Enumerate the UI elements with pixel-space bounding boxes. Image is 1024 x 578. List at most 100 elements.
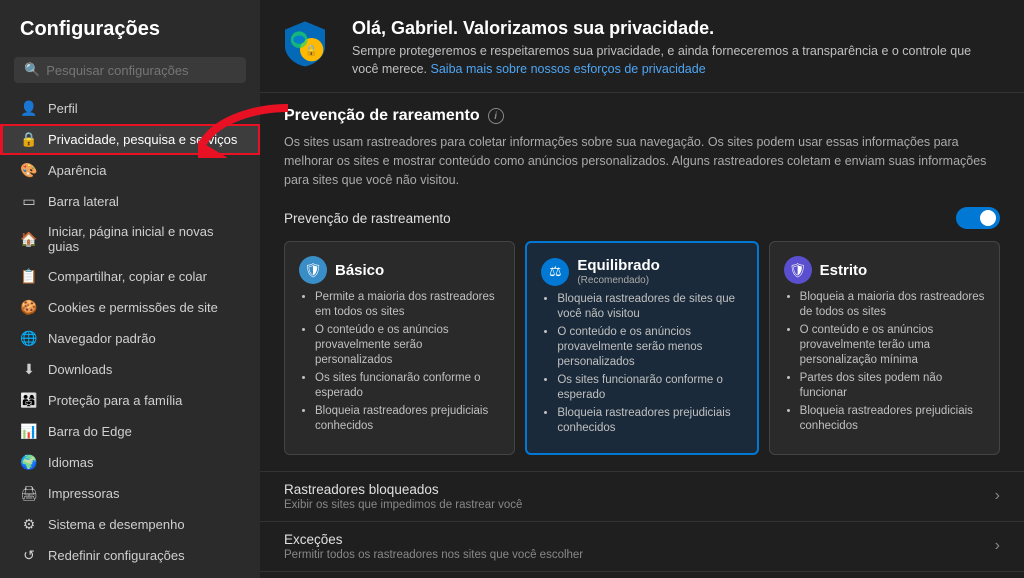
sidebar-item-compartilhar[interactable]: 📋 Compartilhar, copiar e colar	[0, 261, 260, 292]
card-bullet: Bloqueia rastreadores prejudiciais conhe…	[800, 404, 985, 434]
nav-icon-barra-lateral: ▭	[20, 193, 38, 210]
exceptions-title: Exceções	[284, 532, 583, 547]
card-header-basico: 🛡 Básico	[299, 256, 500, 284]
card-bullets-equilibrado: Bloqueia rastreadores de sites que você …	[541, 292, 742, 435]
welcome-text: Olá, Gabriel. Valorizamos sua privacidad…	[352, 18, 1000, 78]
card-bullet: O conteúdo e os anúncios provavelmente s…	[315, 323, 500, 368]
nav-icon-protecao: 👨‍👩‍👧	[20, 392, 38, 409]
card-equilibrado[interactable]: ⚖ Equilibrado (Recomendado) Bloqueia ras…	[525, 241, 758, 454]
nav-icon-iniciar: 🏠	[20, 231, 38, 248]
nav-label-perfil: Perfil	[48, 101, 78, 116]
card-icon-basico: 🛡	[299, 256, 327, 284]
card-bullet: Permite a maioria dos rastreadores em to…	[315, 290, 500, 320]
sidebar-item-barra-lateral[interactable]: ▭ Barra lateral	[0, 186, 260, 217]
card-title-basico: Básico	[335, 262, 384, 279]
card-bullet: Os sites funcionarão conforme o esperado	[315, 371, 500, 401]
nav-label-aparencia: Aparência	[48, 163, 107, 178]
sidebar-item-perfil[interactable]: 👤 Perfil	[0, 93, 260, 124]
welcome-description: Sempre protegeremos e respeitaremos sua …	[352, 43, 1000, 78]
card-bullet: Bloqueia rastreadores prejudiciais conhe…	[557, 406, 742, 436]
sidebar-item-telefone[interactable]: 📱 Telefone e outros dispositivos	[0, 571, 260, 578]
sidebar-item-barra-edge[interactable]: 📊 Barra do Edge	[0, 416, 260, 447]
sidebar: Configurações 🔍 👤 Perfil 🔒 Privacidade, …	[0, 0, 260, 578]
tracking-cards-row: 🛡 Básico Permite a maioria dos rastreado…	[260, 241, 1024, 470]
welcome-icon-area: 🔒	[280, 18, 336, 73]
welcome-banner: 🔒 Olá, Gabriel. Valorizamos sua privacid…	[260, 0, 1024, 93]
sidebar-item-impressoras[interactable]: 🖨 Impressoras	[0, 478, 260, 509]
info-icon[interactable]: i	[488, 108, 504, 124]
sidebar-title: Configurações	[0, 0, 260, 51]
card-header-estrito: 🛡 Estrito	[784, 256, 985, 284]
nav-label-impressoras: Impressoras	[48, 486, 120, 501]
nav-label-sistema: Sistema e desempenho	[48, 517, 185, 532]
prevention-toggle-row: Prevenção de rastreamento	[260, 199, 1024, 241]
nav-icon-impressoras: 🖨	[20, 485, 38, 502]
sidebar-search-container: 🔍	[14, 57, 246, 83]
shield-edge-icon: 🔒	[280, 18, 330, 68]
sidebar-item-sistema[interactable]: ⚙ Sistema e desempenho	[0, 509, 260, 540]
nav-label-navegador: Navegador padrão	[48, 331, 156, 346]
exceptions-chevron: ›	[995, 537, 1000, 555]
nav-icon-privacidade: 🔒	[20, 131, 38, 148]
card-basico[interactable]: 🛡 Básico Permite a maioria dos rastreado…	[284, 241, 515, 454]
sidebar-item-navegador[interactable]: 🌐 Navegador padrão	[0, 323, 260, 354]
section-title-bar: Prevenção de rareamento i	[260, 93, 1024, 133]
inprivate-toggle-row: Sempre usar a prevenção de rastreamento …	[260, 571, 1024, 578]
welcome-title: Olá, Gabriel. Valorizamos sua privacidad…	[352, 18, 1000, 39]
card-bullet: O conteúdo e os anúncios provavelmente t…	[800, 323, 985, 368]
nav-icon-redefinir: ↺	[20, 547, 38, 564]
nav-icon-sistema: ⚙	[20, 516, 38, 533]
exceptions-row[interactable]: Exceções Permitir todos os rastreadores …	[260, 521, 1024, 571]
section-title: Prevenção de rareamento	[284, 107, 480, 125]
sidebar-item-aparencia[interactable]: 🎨 Aparência	[0, 155, 260, 186]
blocked-trackers-chevron: ›	[995, 487, 1000, 505]
card-recommended-equilibrado: (Recomendado)	[577, 275, 660, 286]
sidebar-item-downloads[interactable]: ⬇ Downloads	[0, 354, 260, 385]
card-bullet: Partes dos sites podem não funcionar	[800, 371, 985, 401]
nav-icon-idiomas: 🌍	[20, 454, 38, 471]
sidebar-item-iniciar[interactable]: 🏠 Iniciar, página inicial e novas guias	[0, 217, 260, 261]
search-icon: 🔍	[24, 62, 40, 78]
card-estrito[interactable]: 🛡 Estrito Bloqueia a maioria dos rastrea…	[769, 241, 1000, 454]
card-icon-estrito: 🛡	[784, 256, 812, 284]
card-bullet: Bloqueia rastreadores de sites que você …	[557, 292, 742, 322]
card-bullet: Bloqueia a maioria dos rastreadores de t…	[800, 290, 985, 320]
nav-icon-barra-edge: 📊	[20, 423, 38, 440]
nav-label-cookies: Cookies e permissões de site	[48, 300, 218, 315]
nav-label-iniciar: Iniciar, página inicial e novas guias	[48, 224, 246, 254]
section-description: Os sites usam rastreadores para coletar …	[260, 133, 1024, 199]
sidebar-item-cookies[interactable]: 🍪 Cookies e permissões de site	[0, 292, 260, 323]
sidebar-nav: 👤 Perfil 🔒 Privacidade, pesquisa e servi…	[0, 93, 260, 578]
privacy-link[interactable]: Saiba mais sobre nossos esforços de priv…	[431, 62, 706, 76]
svg-text:🔒: 🔒	[305, 44, 318, 57]
sidebar-item-redefinir[interactable]: ↺ Redefinir configurações	[0, 540, 260, 571]
prevention-label: Prevenção de rastreamento	[284, 211, 451, 226]
card-header-equilibrado: ⚖ Equilibrado (Recomendado)	[541, 257, 742, 286]
card-bullets-estrito: Bloqueia a maioria dos rastreadores de t…	[784, 290, 985, 433]
sidebar-item-protecao[interactable]: 👨‍👩‍👧 Proteção para a família	[0, 385, 260, 416]
sidebar-item-privacidade[interactable]: 🔒 Privacidade, pesquisa e serviços	[0, 124, 260, 155]
card-bullet: Bloqueia rastreadores prejudiciais conhe…	[315, 404, 500, 434]
prevention-toggle[interactable]	[956, 207, 1000, 229]
nav-icon-compartilhar: 📋	[20, 268, 38, 285]
nav-label-barra-lateral: Barra lateral	[48, 194, 119, 209]
blocked-trackers-subtitle: Exibir os sites que impedimos de rastrea…	[284, 499, 522, 511]
nav-icon-navegador: 🌐	[20, 330, 38, 347]
card-title-estrito: Estrito	[820, 262, 868, 279]
nav-icon-downloads: ⬇	[20, 361, 38, 378]
card-bullet: O conteúdo e os anúncios provavelmente s…	[557, 325, 742, 370]
sidebar-item-idiomas[interactable]: 🌍 Idiomas	[0, 447, 260, 478]
card-bullets-basico: Permite a maioria dos rastreadores em to…	[299, 290, 500, 433]
nav-label-idiomas: Idiomas	[48, 455, 94, 470]
nav-icon-perfil: 👤	[20, 100, 38, 117]
nav-label-redefinir: Redefinir configurações	[48, 548, 185, 563]
nav-label-protecao: Proteção para a família	[48, 393, 182, 408]
main-content: 🔒 Olá, Gabriel. Valorizamos sua privacid…	[260, 0, 1024, 578]
blocked-trackers-title: Rastreadores bloqueados	[284, 482, 522, 497]
exceptions-subtitle: Permitir todos os rastreadores nos sites…	[284, 549, 583, 561]
nav-icon-aparencia: 🎨	[20, 162, 38, 179]
search-input[interactable]	[46, 63, 236, 78]
nav-label-compartilhar: Compartilhar, copiar e colar	[48, 269, 207, 284]
blocked-trackers-row[interactable]: Rastreadores bloqueados Exibir os sites …	[260, 471, 1024, 521]
card-bullet: Os sites funcionarão conforme o esperado	[557, 373, 742, 403]
